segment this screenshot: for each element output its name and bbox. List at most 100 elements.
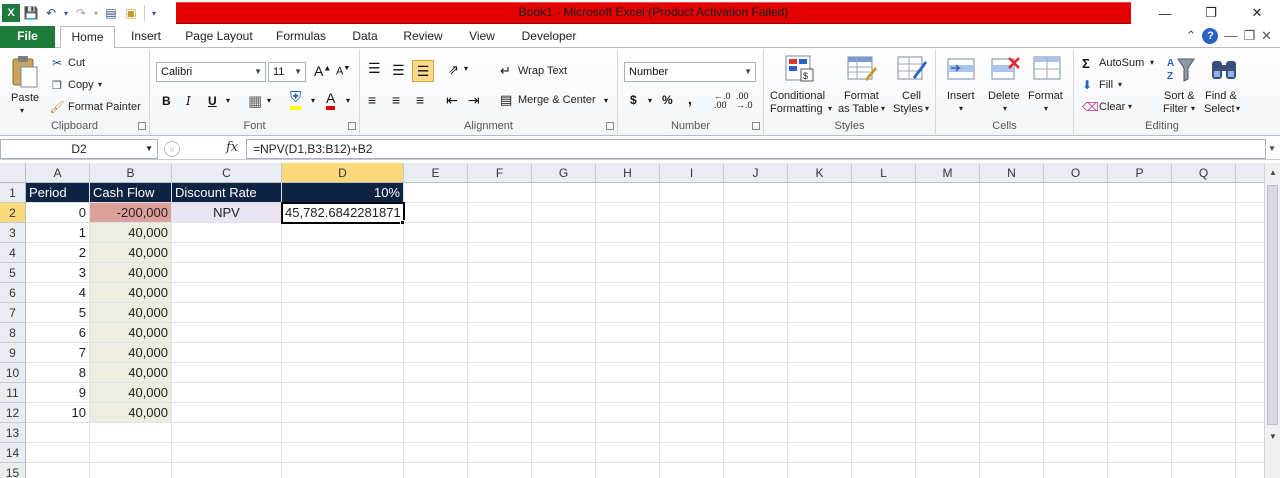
number-launcher-icon[interactable] bbox=[752, 122, 760, 130]
row-header-9[interactable]: 9 bbox=[0, 343, 26, 363]
fill-button[interactable]: Fill bbox=[1099, 79, 1113, 91]
insert-cells-label[interactable]: Insert bbox=[947, 90, 975, 102]
wrap-text-icon[interactable]: ↵ bbox=[500, 63, 511, 79]
clear-button[interactable]: Clear bbox=[1099, 101, 1125, 113]
comma-icon[interactable]: , bbox=[688, 91, 692, 107]
sort-filter-icon[interactable]: AZ bbox=[1166, 54, 1196, 84]
format-dropdown-icon[interactable]: ▾ bbox=[1044, 104, 1048, 113]
restore-icon[interactable]: ❐ bbox=[1188, 0, 1234, 26]
insert-cells-icon[interactable] bbox=[946, 54, 978, 84]
cell-a6[interactable]: 4 bbox=[26, 283, 90, 303]
cell-a11[interactable]: 9 bbox=[26, 383, 90, 403]
undo-dropdown-icon[interactable]: ▾ bbox=[62, 4, 70, 22]
cell-a9[interactable]: 7 bbox=[26, 343, 90, 363]
number-format-dropdown-icon[interactable]: ▼ bbox=[744, 63, 752, 81]
increase-indent-icon[interactable]: ⇥ bbox=[468, 92, 480, 109]
cell-d2[interactable]: 45,782.6842281871 bbox=[281, 202, 405, 224]
cell-a7[interactable]: 5 bbox=[26, 303, 90, 323]
format-as-table-icon[interactable] bbox=[846, 54, 878, 84]
cell-a3[interactable]: 1 bbox=[26, 223, 90, 243]
copy-icon[interactable]: ❐ bbox=[50, 78, 64, 92]
decrease-decimal-icon[interactable]: .00 →.0 bbox=[736, 92, 753, 110]
font-name-combo[interactable]: Calibri ▼ bbox=[156, 62, 266, 82]
column-header-q[interactable]: Q bbox=[1172, 163, 1236, 183]
cell-a5[interactable]: 3 bbox=[26, 263, 90, 283]
cell-c2[interactable]: NPV bbox=[172, 203, 282, 223]
format-as-table-label[interactable]: Format bbox=[844, 90, 879, 102]
wrap-text-button[interactable]: Wrap Text bbox=[518, 65, 567, 77]
cell-a10[interactable]: 8 bbox=[26, 363, 90, 383]
expand-formula-bar-icon[interactable]: ▼ bbox=[1266, 141, 1278, 155]
row-header-8[interactable]: 8 bbox=[0, 323, 26, 343]
format-cells-label[interactable]: Format bbox=[1028, 90, 1063, 102]
cell-a4[interactable]: 2 bbox=[26, 243, 90, 263]
column-header-b[interactable]: B bbox=[90, 163, 172, 183]
italic-icon[interactable]: I bbox=[186, 94, 191, 108]
delete-dropdown-icon[interactable]: ▾ bbox=[1003, 104, 1007, 113]
vertical-scrollbar[interactable]: ▲ ▼ bbox=[1264, 163, 1280, 478]
row-header-4[interactable]: 4 bbox=[0, 243, 26, 263]
column-header-d[interactable]: D bbox=[282, 163, 404, 183]
tab-insert[interactable]: Insert bbox=[125, 26, 167, 48]
tab-developer[interactable]: Developer bbox=[517, 26, 581, 48]
name-box[interactable]: D2 ▼ bbox=[0, 139, 158, 159]
align-top-icon[interactable]: ☰ bbox=[368, 60, 381, 77]
workbook-restore-icon[interactable]: ❐ bbox=[1243, 28, 1255, 44]
row-header-2[interactable]: 2 bbox=[0, 203, 26, 223]
cell-b10[interactable]: 40,000 bbox=[90, 363, 172, 383]
delete-cells-label[interactable]: Delete bbox=[988, 90, 1020, 102]
column-header-g[interactable]: G bbox=[532, 163, 596, 183]
cell-b4[interactable]: 40,000 bbox=[90, 243, 172, 263]
workbook-close-icon[interactable]: ✕ bbox=[1261, 28, 1272, 44]
copy-dropdown-icon[interactable]: ▾ bbox=[98, 80, 102, 89]
row-header-5[interactable]: 5 bbox=[0, 263, 26, 283]
number-format-combo[interactable]: Number ▼ bbox=[624, 62, 756, 82]
align-middle-icon[interactable]: ☰ bbox=[392, 62, 405, 79]
orientation-icon[interactable]: ⇗ bbox=[448, 62, 459, 78]
column-header-c[interactable]: C bbox=[172, 163, 282, 183]
merge-center-icon[interactable]: ▤ bbox=[500, 92, 512, 108]
fill-color-icon[interactable]: ⛨ bbox=[290, 90, 302, 110]
cell-a8[interactable]: 6 bbox=[26, 323, 90, 343]
column-header-j[interactable]: J bbox=[724, 163, 788, 183]
shrink-font-icon[interactable]: A▼ bbox=[336, 65, 350, 78]
excel-logo-icon[interactable]: X bbox=[2, 4, 20, 22]
cut-button[interactable]: Cut bbox=[68, 57, 85, 69]
copy-button[interactable]: Copy bbox=[68, 79, 94, 91]
align-center-icon[interactable]: ≡ bbox=[392, 92, 400, 108]
cell-b8[interactable]: 40,000 bbox=[90, 323, 172, 343]
cell-b6[interactable]: 40,000 bbox=[90, 283, 172, 303]
find-select-label-2[interactable]: Select bbox=[1204, 103, 1235, 115]
scroll-up-icon[interactable]: ▲ bbox=[1267, 165, 1279, 179]
delete-cells-icon[interactable] bbox=[990, 54, 1022, 84]
print-preview-icon[interactable]: ▣ bbox=[122, 4, 140, 22]
cell-b3[interactable]: 40,000 bbox=[90, 223, 172, 243]
cell-a12[interactable]: 10 bbox=[26, 403, 90, 423]
help-icon[interactable]: ? bbox=[1202, 28, 1219, 44]
undo-icon[interactable]: ↶ bbox=[42, 4, 60, 22]
scroll-down-icon[interactable]: ▼ bbox=[1267, 429, 1279, 443]
column-header-n[interactable]: N bbox=[980, 163, 1044, 183]
fill-handle[interactable] bbox=[400, 220, 405, 225]
customize-qat-icon[interactable]: ▾ bbox=[149, 4, 159, 22]
font-name-dropdown-icon[interactable]: ▼ bbox=[254, 63, 262, 81]
conditional-formatting-icon[interactable]: $ bbox=[784, 54, 816, 84]
column-header-i[interactable]: I bbox=[660, 163, 724, 183]
column-header-h[interactable]: H bbox=[596, 163, 660, 183]
column-header-e[interactable]: E bbox=[404, 163, 468, 183]
row-header-7[interactable]: 7 bbox=[0, 303, 26, 323]
borders-dropdown-icon[interactable]: ▾ bbox=[267, 96, 271, 105]
sort-filter-label[interactable]: Sort & bbox=[1164, 90, 1195, 102]
column-header-k[interactable]: K bbox=[788, 163, 852, 183]
conditional-formatting-label[interactable]: Conditional bbox=[770, 90, 825, 102]
align-left-icon[interactable]: ≡ bbox=[368, 92, 376, 108]
column-header-a[interactable]: A bbox=[26, 163, 90, 183]
sort-filter-dropdown-icon[interactable]: ▾ bbox=[1191, 104, 1195, 113]
redo-dropdown-icon[interactable]: ▾ bbox=[92, 4, 100, 22]
row-header-12[interactable]: 12 bbox=[0, 403, 26, 423]
cell-b9[interactable]: 40,000 bbox=[90, 343, 172, 363]
underline-icon[interactable]: U bbox=[208, 94, 217, 108]
tab-data[interactable]: Data bbox=[347, 26, 383, 48]
select-all-button[interactable] bbox=[0, 163, 26, 183]
cell-styles-dropdown-icon[interactable]: ▾ bbox=[925, 104, 929, 113]
